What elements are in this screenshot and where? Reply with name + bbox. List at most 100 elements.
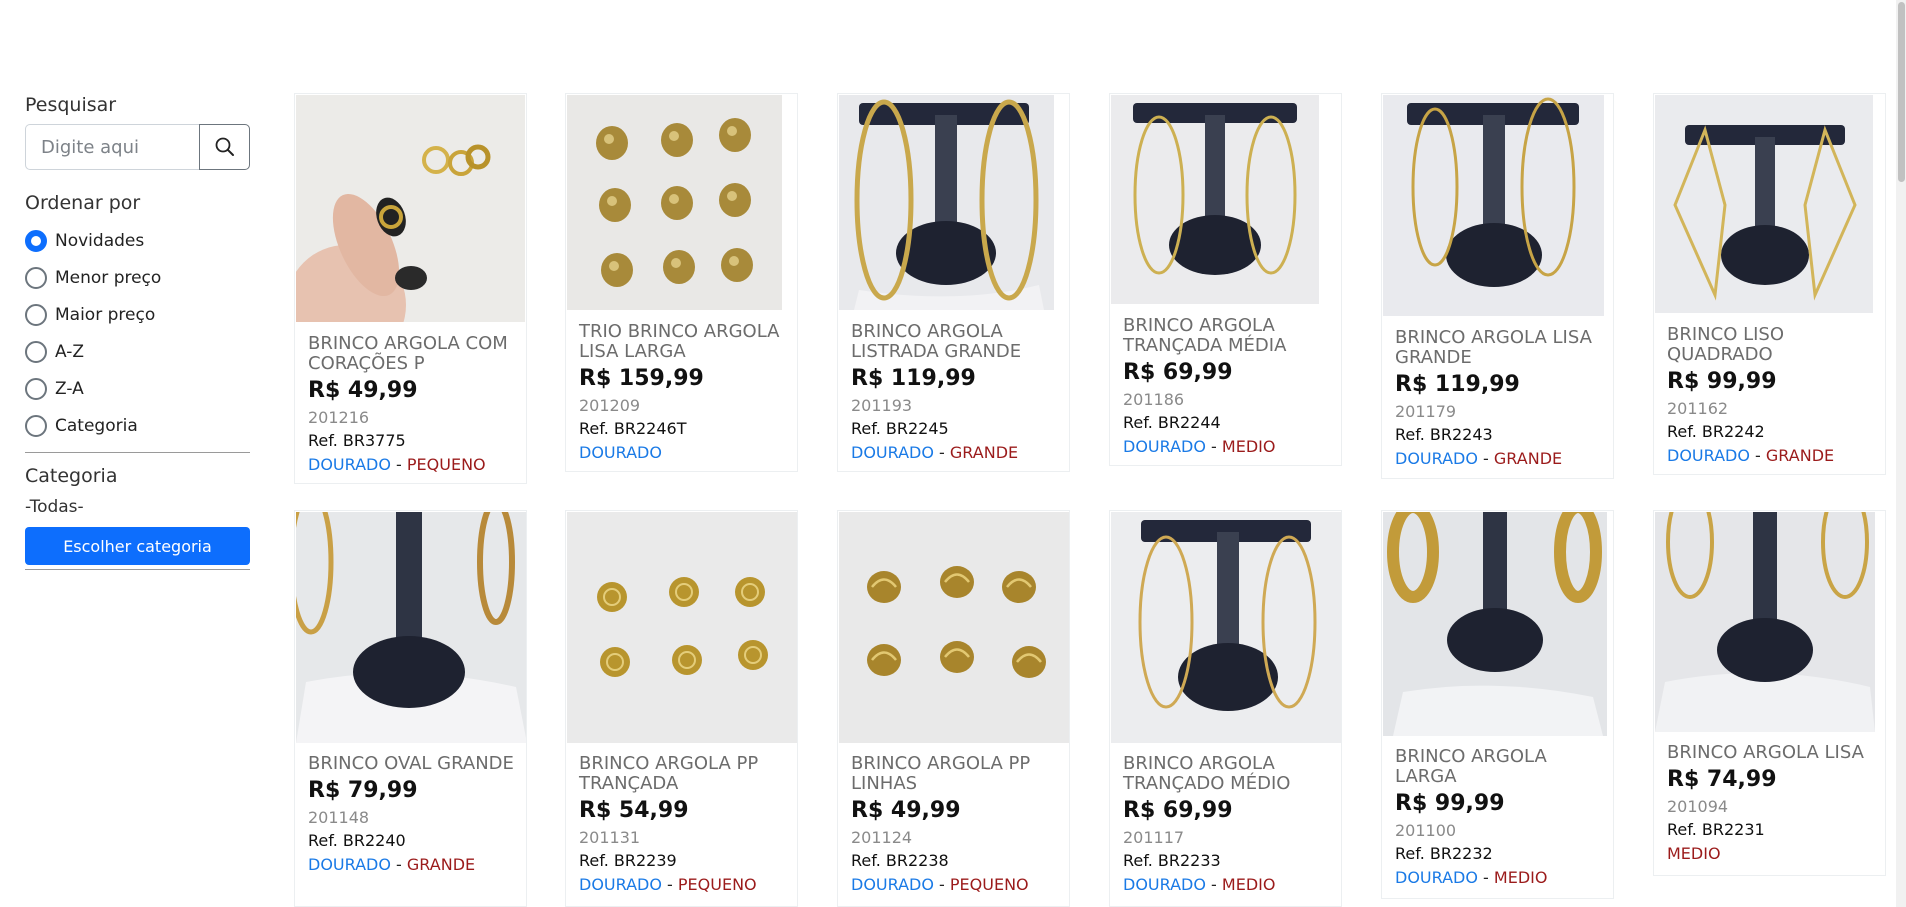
product-name[interactable]: BRINCO ARGOLA TRANÇADO MÉDIO bbox=[1123, 754, 1335, 794]
product-ref: Ref. BR2246T bbox=[579, 419, 687, 438]
product-info: TRIO BRINCO ARGOLA LISA LARGA R$ 159,99 … bbox=[579, 322, 791, 465]
product-price: R$ 99,99 bbox=[1667, 369, 1777, 394]
product-image[interactable] bbox=[1111, 95, 1319, 304]
sort-option-maior-preco[interactable]: Maior preço bbox=[25, 296, 250, 333]
sort-options: Novidades Menor preço Maior preço A-Z Z-… bbox=[25, 222, 250, 444]
tag-size: GRANDE bbox=[1765, 446, 1835, 465]
product-price: R$ 49,99 bbox=[851, 798, 961, 823]
tag-color: DOURADO bbox=[1123, 437, 1206, 456]
product-name[interactable]: BRINCO LISO QUADRADO bbox=[1667, 325, 1879, 365]
product-ref: Ref. BR2232 bbox=[1395, 844, 1493, 863]
tag-separator: - bbox=[1749, 446, 1766, 465]
radio[interactable] bbox=[25, 340, 47, 363]
product-info: BRINCO ARGOLA PP TRANÇADA R$ 54,99 20113… bbox=[579, 754, 791, 897]
product-code: 201216 bbox=[308, 408, 370, 427]
product-name[interactable]: BRINCO ARGOLA LISA GRANDE bbox=[1395, 328, 1607, 368]
choose-category-button[interactable]: Escolher categoria bbox=[25, 527, 250, 565]
radio[interactable] bbox=[25, 377, 47, 400]
product-info: BRINCO ARGOLA LISA GRANDE R$ 119,99 2011… bbox=[1395, 328, 1607, 471]
sort-option-label: Menor preço bbox=[55, 267, 162, 288]
product-price: R$ 79,99 bbox=[308, 778, 418, 803]
radio[interactable] bbox=[25, 303, 47, 326]
product-name[interactable]: BRINCO ARGOLA LARGA bbox=[1395, 747, 1607, 787]
product-code: 201209 bbox=[579, 396, 641, 415]
product-name[interactable]: BRINCO ARGOLA PP TRANÇADA bbox=[579, 754, 791, 794]
product-image[interactable] bbox=[567, 512, 798, 743]
product-card[interactable]: BRINCO LISO QUADRADO R$ 99,99 201162 Ref… bbox=[1653, 93, 1886, 475]
product-code: 201100 bbox=[1395, 821, 1457, 840]
search-input[interactable] bbox=[25, 124, 199, 170]
product-image[interactable] bbox=[1655, 512, 1875, 732]
tag-color: DOURADO bbox=[1395, 868, 1478, 887]
product-image[interactable] bbox=[839, 512, 1070, 743]
radio[interactable] bbox=[25, 266, 47, 289]
tag-color: DOURADO bbox=[1123, 875, 1206, 894]
tag-separator: - bbox=[1205, 437, 1222, 456]
product-name[interactable]: BRINCO ARGOLA LISA bbox=[1667, 743, 1879, 763]
product-image[interactable] bbox=[1383, 512, 1607, 736]
tag-separator: - bbox=[1205, 875, 1222, 894]
product-image[interactable] bbox=[839, 95, 1054, 310]
product-image[interactable] bbox=[567, 95, 782, 310]
product-ref: Ref. BR2244 bbox=[1123, 413, 1221, 432]
search-group bbox=[25, 124, 250, 170]
radio[interactable] bbox=[25, 414, 47, 437]
product-card[interactable]: BRINCO ARGOLA PP TRANÇADA R$ 54,99 20113… bbox=[565, 510, 798, 907]
product-image[interactable] bbox=[1655, 95, 1873, 313]
search-title: Pesquisar bbox=[25, 94, 117, 116]
product-info: BRINCO ARGOLA TRANÇADO MÉDIO R$ 69,99 20… bbox=[1123, 754, 1335, 897]
product-info: BRINCO ARGOLA LARGA R$ 99,99 201100 Ref.… bbox=[1395, 747, 1607, 890]
tag-color: DOURADO bbox=[1667, 446, 1750, 465]
product-card[interactable]: BRINCO ARGOLA PP LINHAS R$ 49,99 201124 … bbox=[837, 510, 1070, 907]
tag-size: MEDIO bbox=[1221, 437, 1276, 456]
sort-title: Ordenar por bbox=[25, 192, 141, 214]
product-card[interactable]: TRIO BRINCO ARGOLA LISA LARGA R$ 159,99 … bbox=[565, 93, 798, 472]
product-card[interactable]: BRINCO ARGOLA TRANÇADA MÉDIA R$ 69,99 20… bbox=[1109, 93, 1342, 466]
product-image[interactable] bbox=[296, 512, 527, 743]
product-tags: DOURADO - MEDIO bbox=[1123, 873, 1335, 897]
product-price: R$ 119,99 bbox=[851, 366, 976, 391]
product-code: 201179 bbox=[1395, 402, 1457, 421]
product-card[interactable]: BRINCO ARGOLA LARGA R$ 99,99 201100 Ref.… bbox=[1381, 510, 1614, 899]
product-code: 201148 bbox=[308, 808, 370, 827]
product-code: 201124 bbox=[851, 828, 913, 847]
tag-color: DOURADO bbox=[851, 443, 934, 462]
product-name[interactable]: BRINCO ARGOLA LISTRADA GRANDE bbox=[851, 322, 1063, 362]
product-card[interactable]: BRINCO ARGOLA COM CORAÇÕES P R$ 49,99 20… bbox=[294, 93, 527, 484]
vertical-scrollbar[interactable] bbox=[1896, 0, 1906, 907]
sort-option-categoria[interactable]: Categoria bbox=[25, 407, 250, 444]
product-card[interactable]: BRINCO ARGOLA LISA R$ 74,99 201094 Ref. … bbox=[1653, 510, 1886, 876]
product-tags: DOURADO - GRANDE bbox=[1667, 444, 1879, 468]
product-tags: DOURADO - PEQUENO bbox=[851, 873, 1063, 897]
sort-option-novidades[interactable]: Novidades bbox=[25, 222, 250, 259]
product-grid: BRINCO ARGOLA COM CORAÇÕES P R$ 49,99 20… bbox=[294, 93, 1894, 907]
product-info: BRINCO OVAL GRANDE R$ 79,99 201148 Ref. … bbox=[308, 754, 520, 877]
product-tags: MEDIO bbox=[1667, 842, 1879, 866]
product-image[interactable] bbox=[1383, 95, 1604, 316]
product-price: R$ 69,99 bbox=[1123, 798, 1233, 823]
sort-option-z-a[interactable]: Z-A bbox=[25, 370, 250, 407]
product-ref: Ref. BR2233 bbox=[1123, 851, 1221, 870]
tag-color: DOURADO bbox=[308, 855, 391, 874]
sort-option-menor-preco[interactable]: Menor preço bbox=[25, 259, 250, 296]
search-button[interactable] bbox=[199, 124, 250, 170]
tag-size: GRANDE bbox=[406, 855, 476, 874]
product-image[interactable] bbox=[296, 95, 525, 322]
product-image[interactable] bbox=[1111, 512, 1342, 743]
sort-option-a-z[interactable]: A-Z bbox=[25, 333, 250, 370]
product-card[interactable]: BRINCO ARGOLA TRANÇADO MÉDIO R$ 69,99 20… bbox=[1109, 510, 1342, 907]
product-name[interactable]: BRINCO ARGOLA TRANÇADA MÉDIA bbox=[1123, 316, 1335, 356]
product-name[interactable]: TRIO BRINCO ARGOLA LISA LARGA bbox=[579, 322, 791, 362]
product-card[interactable]: BRINCO OVAL GRANDE R$ 79,99 201148 Ref. … bbox=[294, 510, 527, 907]
product-price: R$ 69,99 bbox=[1123, 360, 1233, 385]
product-info: BRINCO ARGOLA TRANÇADA MÉDIA R$ 69,99 20… bbox=[1123, 316, 1335, 459]
product-name[interactable]: BRINCO ARGOLA PP LINHAS bbox=[851, 754, 1063, 794]
product-name[interactable]: BRINCO OVAL GRANDE bbox=[308, 754, 520, 774]
product-card[interactable]: BRINCO ARGOLA LISTRADA GRANDE R$ 119,99 … bbox=[837, 93, 1070, 472]
product-code: 201162 bbox=[1667, 399, 1729, 418]
product-name[interactable]: BRINCO ARGOLA COM CORAÇÕES P bbox=[308, 334, 520, 374]
product-card[interactable]: BRINCO ARGOLA LISA GRANDE R$ 119,99 2011… bbox=[1381, 93, 1614, 479]
scrollbar-thumb[interactable] bbox=[1898, 2, 1905, 182]
tag-size: PEQUENO bbox=[677, 875, 757, 894]
radio-checked[interactable] bbox=[25, 229, 47, 252]
